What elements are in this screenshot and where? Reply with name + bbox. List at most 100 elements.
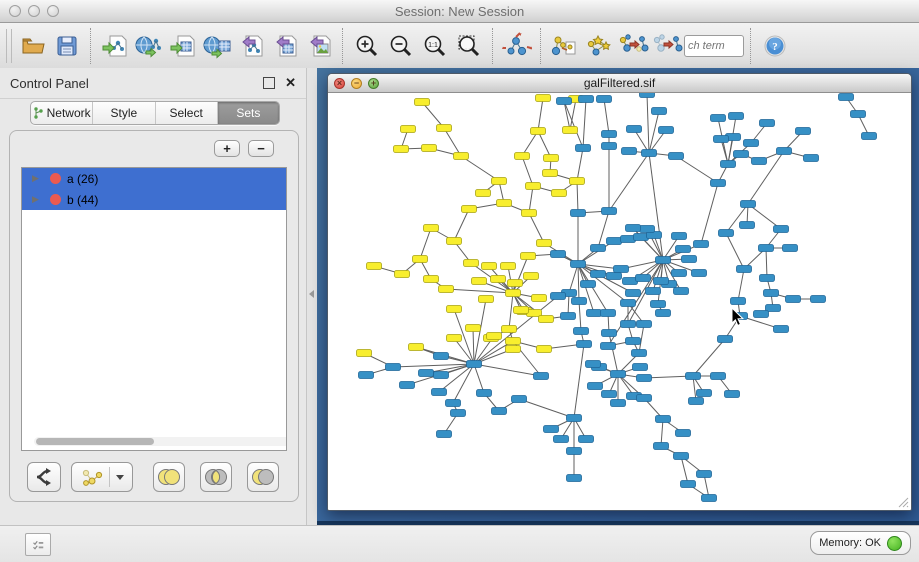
graph-node-yellow[interactable]	[413, 256, 428, 263]
graph-node-blue[interactable]	[597, 96, 612, 103]
graph-node-blue[interactable]	[804, 155, 819, 162]
graph-node-yellow[interactable]	[532, 295, 547, 302]
graph-node-blue[interactable]	[622, 148, 637, 155]
graph-node-blue[interactable]	[783, 245, 798, 252]
graph-node-blue[interactable]	[591, 271, 606, 278]
graph-node-blue[interactable]	[579, 96, 594, 103]
graph-node-yellow[interactable]	[424, 276, 439, 283]
graph-node-blue[interactable]	[607, 273, 622, 280]
import-table-url-button[interactable]	[200, 28, 234, 64]
graph-node-blue[interactable]	[659, 127, 674, 134]
graph-node-blue[interactable]	[811, 296, 826, 303]
graph-node-blue[interactable]	[607, 238, 622, 245]
graph-node-yellow[interactable]	[539, 316, 554, 323]
save-session-button[interactable]	[50, 28, 84, 64]
graph-node-yellow[interactable]	[514, 307, 529, 314]
graph-node-blue[interactable]	[601, 310, 616, 317]
graph-node-blue[interactable]	[611, 371, 626, 378]
graph-node-blue[interactable]	[718, 336, 733, 343]
graph-node-yellow[interactable]	[454, 153, 469, 160]
network-window[interactable]: × − + galFiltered.sif	[327, 73, 912, 511]
graph-node-blue[interactable]	[774, 326, 789, 333]
graph-node-blue[interactable]	[651, 301, 666, 308]
new-network-from-selection-visible-button[interactable]	[650, 28, 684, 64]
graph-node-blue[interactable]	[862, 133, 877, 140]
graph-node-blue[interactable]	[446, 400, 461, 407]
graph-node-yellow[interactable]	[464, 260, 479, 267]
graph-node-yellow[interactable]	[506, 290, 521, 297]
tab-network[interactable]: Network	[31, 102, 93, 124]
graph-node-yellow[interactable]	[522, 210, 537, 217]
set-row-b[interactable]: ▶ b (44)	[22, 189, 286, 210]
remove-set-button[interactable]: −	[248, 140, 274, 157]
graph-node-blue[interactable]	[588, 383, 603, 390]
new-network-from-selection-all-button[interactable]	[616, 28, 650, 64]
graph-node-blue[interactable]	[692, 270, 707, 277]
expand-triangle-icon[interactable]: ▶	[32, 194, 42, 205]
graph-node-blue[interactable]	[574, 328, 589, 335]
zoom-out-button[interactable]	[384, 28, 418, 64]
graph-node-blue[interactable]	[796, 128, 811, 135]
graph-node-yellow[interactable]	[415, 99, 430, 106]
graph-node-blue[interactable]	[571, 261, 586, 268]
graph-node-blue[interactable]	[672, 233, 687, 240]
graph-node-blue[interactable]	[451, 410, 466, 417]
graph-node-blue[interactable]	[851, 111, 866, 118]
graph-node-yellow[interactable]	[447, 335, 462, 342]
graph-node-blue[interactable]	[633, 364, 648, 371]
graph-node-blue[interactable]	[711, 373, 726, 380]
graph-node-blue[interactable]	[567, 475, 582, 482]
graph-node-blue[interactable]	[737, 266, 752, 273]
graph-node-yellow[interactable]	[422, 145, 437, 152]
graph-node-blue[interactable]	[581, 281, 596, 288]
graph-node-blue[interactable]	[627, 126, 642, 133]
select-first-neighbors-button[interactable]	[582, 28, 616, 64]
graph-node-blue[interactable]	[654, 278, 669, 285]
graph-node-yellow[interactable]	[424, 225, 439, 232]
graph-node-blue[interactable]	[764, 290, 779, 297]
graph-node-blue[interactable]	[740, 222, 755, 229]
graph-node-yellow[interactable]	[439, 286, 454, 293]
expand-triangle-icon[interactable]: ▶	[32, 173, 42, 184]
toolbar-drag-handle[interactable]	[6, 29, 12, 63]
graph-node-blue[interactable]	[386, 364, 401, 371]
graph-node-blue[interactable]	[602, 330, 617, 337]
graph-node-blue[interactable]	[642, 150, 657, 157]
graph-node-yellow[interactable]	[521, 253, 536, 260]
graph-node-yellow[interactable]	[563, 127, 578, 134]
graph-node-blue[interactable]	[759, 245, 774, 252]
graph-node-blue[interactable]	[681, 481, 696, 488]
graph-node-blue[interactable]	[567, 415, 582, 422]
graph-node-blue[interactable]	[551, 251, 566, 258]
apply-layout-button[interactable]	[500, 28, 534, 64]
graph-node-blue[interactable]	[621, 300, 636, 307]
network-graph[interactable]	[329, 93, 910, 508]
graph-node-blue[interactable]	[676, 246, 691, 253]
graph-node-blue[interactable]	[694, 241, 709, 248]
graph-node-blue[interactable]	[774, 226, 789, 233]
graph-node-blue[interactable]	[640, 226, 655, 233]
graph-node-blue[interactable]	[572, 298, 587, 305]
graph-node-blue[interactable]	[437, 431, 452, 438]
graph-node-blue[interactable]	[760, 275, 775, 282]
graph-node-blue[interactable]	[637, 375, 652, 382]
graph-node-yellow[interactable]	[508, 280, 523, 287]
graph-node-yellow[interactable]	[462, 206, 477, 213]
graph-node-yellow[interactable]	[552, 190, 567, 197]
graph-node-yellow[interactable]	[515, 153, 530, 160]
graph-node-blue[interactable]	[534, 373, 549, 380]
task-history-button[interactable]	[25, 533, 51, 556]
scrollbar-thumb[interactable]	[36, 438, 154, 445]
sets-list[interactable]: ▶ a (26) ▶ b (44)	[21, 167, 287, 451]
graph-node-yellow[interactable]	[476, 190, 491, 197]
graph-node-blue[interactable]	[777, 148, 792, 155]
memory-status-button[interactable]: Memory: OK	[810, 531, 911, 555]
graph-node-blue[interactable]	[674, 288, 689, 295]
graph-node-blue[interactable]	[682, 256, 697, 263]
graph-node-blue[interactable]	[689, 398, 704, 405]
graph-node-blue[interactable]	[719, 230, 734, 237]
graph-node-yellow[interactable]	[491, 276, 506, 283]
graph-node-blue[interactable]	[492, 408, 507, 415]
graph-node-blue[interactable]	[419, 370, 434, 377]
union-sets-button[interactable]	[153, 462, 185, 492]
